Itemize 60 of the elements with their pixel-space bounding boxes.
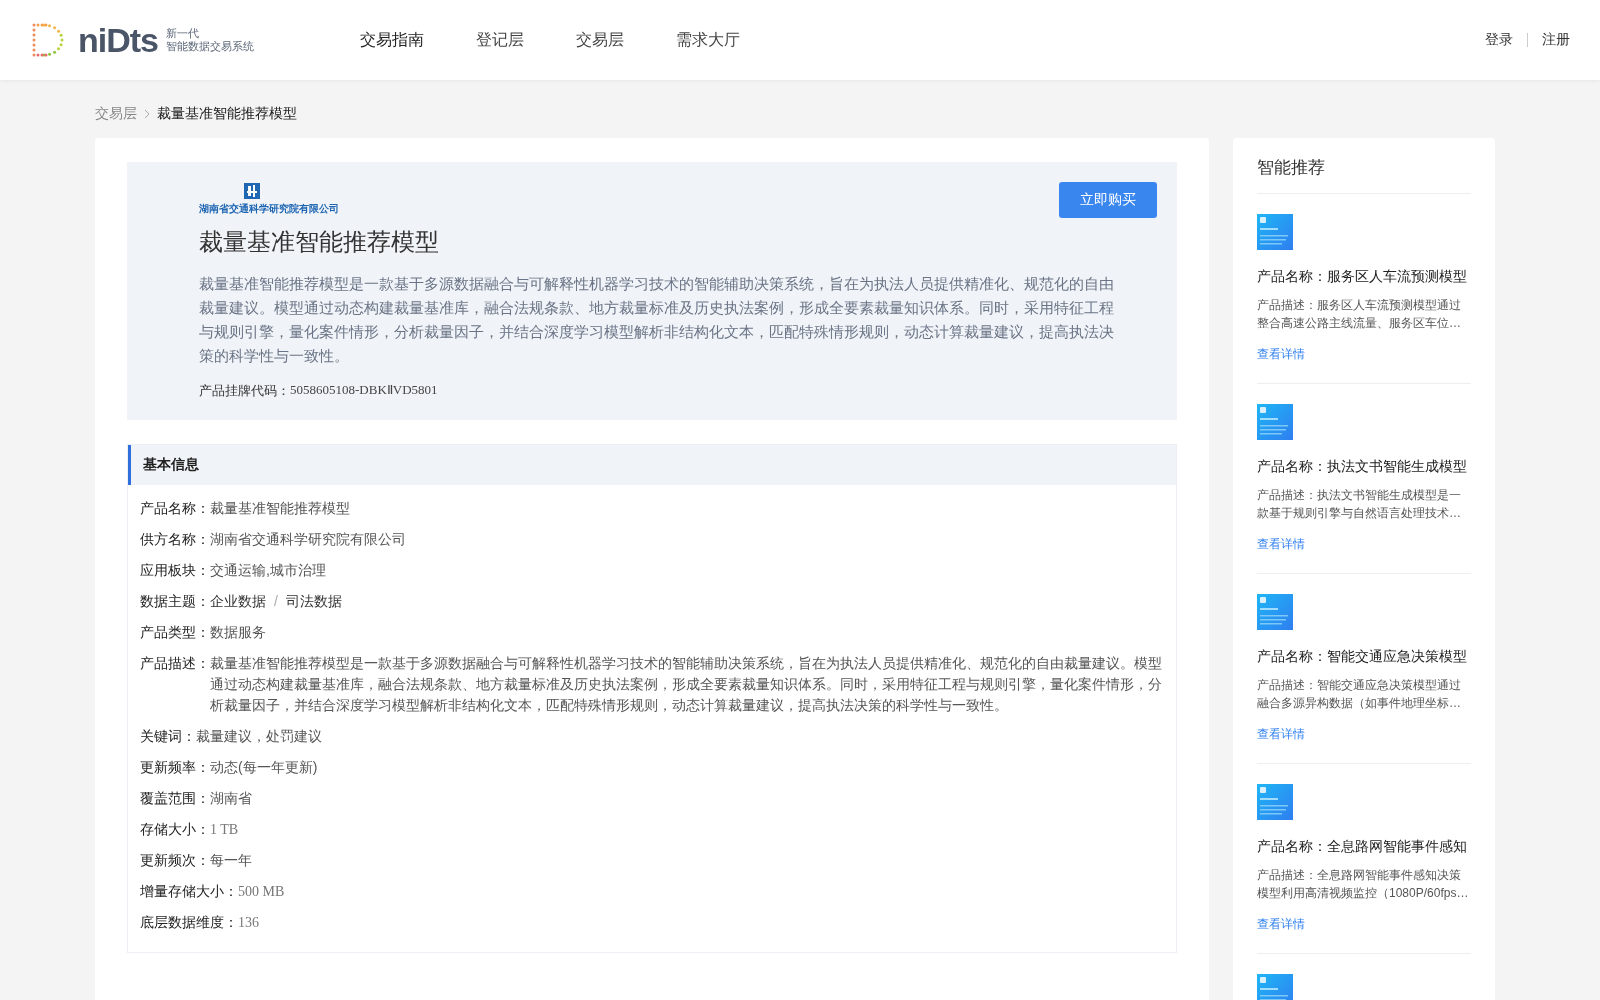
field-label: 产品名称： <box>140 499 210 518</box>
details-link[interactable]: 查看详情 <box>1257 536 1305 553</box>
product-description: 产品描述：执法文书智能生成模型是一款基于规则引擎与自然语言处理技术… <box>1257 487 1462 522</box>
logo-tagline: 智能数据交易系统 <box>166 40 254 53</box>
field-label: 覆盖范围： <box>140 789 210 808</box>
product-code: 5058605108-DBKⅡVD5801 <box>290 382 438 399</box>
field-label: 数据主题： <box>140 592 210 611</box>
field-value: 136 <box>238 914 260 932</box>
details-link[interactable]: 查看详情 <box>1257 346 1305 363</box>
field-value: 1 TB <box>210 821 240 839</box>
details-link[interactable]: 查看详情 <box>1257 726 1305 743</box>
field-label: 底层数据维度： <box>140 913 238 932</box>
logo-tagline: 新一代 <box>166 27 200 40</box>
field-value: 500 MB <box>238 883 286 901</box>
separator: / <box>274 592 278 611</box>
field-value: 湖南省交通科学研究院有限公司 <box>210 530 407 549</box>
nav-link[interactable]: 交易指南 <box>360 25 424 55</box>
tag: 司法数据 <box>285 591 342 612</box>
field-value: 湖南省 <box>210 789 253 808</box>
details-link[interactable]: 查看详情 <box>1257 916 1305 933</box>
product-name: 产品名称：服务区人车流预测模型 <box>1257 268 1468 286</box>
field-label: 产品类型： <box>140 623 210 642</box>
product-name: 产品名称：智能交通应急决策模型 <box>1257 648 1468 666</box>
field-label: 更新频率： <box>140 758 210 777</box>
auth-link[interactable]: 登录 <box>1485 31 1513 49</box>
code-label: 产品挂牌代码： <box>199 382 290 400</box>
product-description: 产品描述：智能交通应急决策模型通过融合多源异构数据（如事件地理坐标… <box>1257 677 1462 712</box>
product-title: 裁量基准智能推荐模型 <box>199 227 440 258</box>
nav-link[interactable]: 需求大厅 <box>676 25 740 55</box>
nav-link[interactable]: 交易层 <box>576 25 624 55</box>
field-value: 动态(每一年更新) <box>210 758 319 777</box>
logo-wordmark: niDts <box>78 20 158 60</box>
tag: 企业数据 <box>210 591 266 612</box>
breadcrumb-current: 裁量基准智能推荐模型 <box>157 105 297 123</box>
product-description: 产品描述：全息路网智能事件感知决策模型利用高清视频监控（1080P/60fps… <box>1257 867 1470 902</box>
field-label: 供方名称： <box>140 530 210 549</box>
field-value: 交通运输,城市治理 <box>210 561 327 580</box>
company-logo-text: 湖南省交通科学研究院有限公司 <box>199 202 339 216</box>
field-value: 裁量基准智能推荐模型 <box>210 499 351 518</box>
product-description: 裁量基准智能推荐模型是一款基于多源数据融合与可解释性机器学习技术的智能辅助决策系统，旨在为执法人员提供精准化、规范化的自由裁量建议。模型通过动态构建裁量基准库，融合法规条款、地方裁量标准及历史执法案例，形成全要素裁量知识体系。同时，采用特征工程与规则引擎，量化案件情形，分析裁量因子，并结合深度学习模型解析非结构化文本，匹配特殊情形规则，动态计算裁量建议，提高执法决策的科学性与一致性。 <box>199 274 1115 366</box>
section-header: 基本信息 <box>128 445 1176 485</box>
field-value: 裁量建议，处罚建议 <box>196 727 323 746</box>
field-label: 存储大小： <box>140 820 210 839</box>
product-description: 产品描述：服务区人车流预测模型通过整合高速公路主线流量、服务区车位… <box>1257 297 1462 332</box>
field-label: 产品描述： <box>140 654 210 673</box>
chevron-right-icon <box>143 109 151 119</box>
field-label: 更新频次： <box>140 851 210 870</box>
auth-link[interactable]: 注册 <box>1542 31 1570 49</box>
buy-button[interactable]: 立即购买 <box>1059 182 1157 218</box>
field-label: 应用板块： <box>140 561 210 580</box>
company-logo-icon <box>243 182 261 200</box>
field-value: 数据服务 <box>210 623 267 642</box>
product-name: 产品名称：全息路网智能事件感知 <box>1257 838 1468 856</box>
field-label: 关键词： <box>140 727 196 746</box>
field-label: 增量存储大小： <box>140 882 238 901</box>
field-value: 每一年 <box>210 851 253 870</box>
product-name: 产品名称：执法文书智能生成模型 <box>1257 458 1468 476</box>
field-value: 裁量基准智能推荐模型是一款基于多源数据融合与可解释性机器学习技术的智能辅助决策系统，旨在为执法人员提供精准化、规范化的自由裁量建议。模型通过动态构建裁量基准库，融合法规条款、地方裁量标准及历史执法案例，形成全要素裁量知识体系。同时，采用特征工程与规则引擎，量化案件情形，分析裁量因子，并结合深度学习模型解析非结构化文本，匹配特殊情形规则，动态计算裁量建议，提高执法决策的科学性与一致性。 <box>210 654 1163 715</box>
sidebar-title: 智能推荐 <box>1257 152 1471 194</box>
nav-link[interactable]: 登记层 <box>476 25 524 55</box>
